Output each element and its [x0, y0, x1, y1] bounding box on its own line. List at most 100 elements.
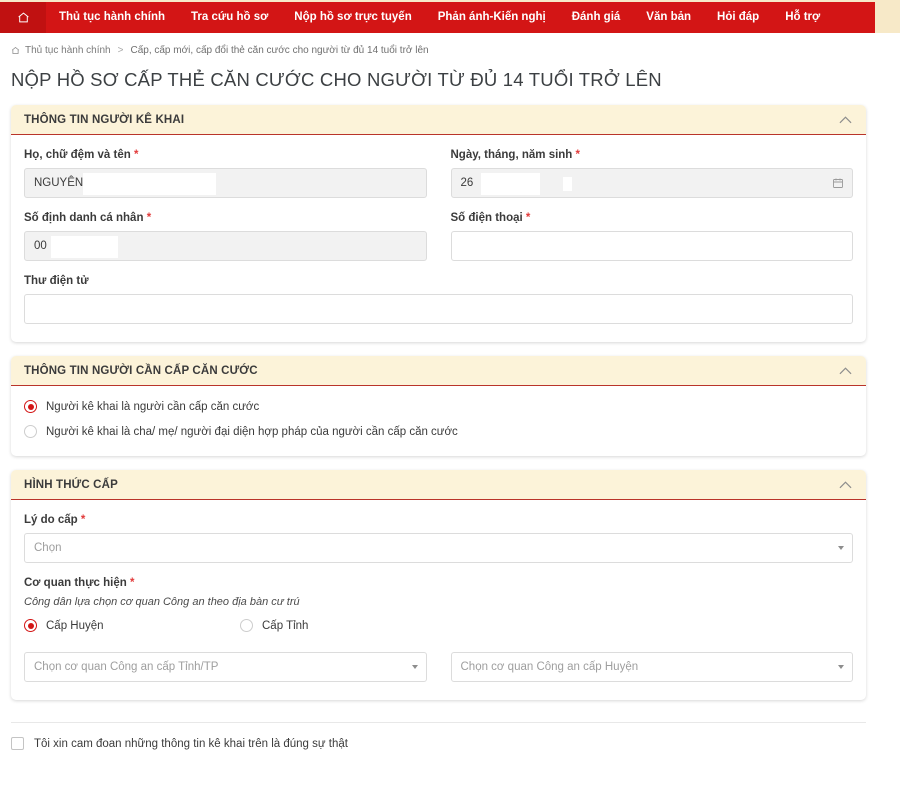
- select-province-agency[interactable]: Chọn cơ quan Công an cấp Tỉnh/TP: [24, 652, 427, 682]
- required-marker: *: [575, 149, 581, 161]
- input-personal-id[interactable]: 00: [24, 231, 427, 261]
- label-reason-text: Lý do cấp: [24, 514, 78, 526]
- form-row-email: Thư điện tử: [24, 275, 853, 324]
- field-full-name: Họ, chữ đệm và tên * NGUYÊN: [24, 149, 427, 198]
- chevron-down-icon: [838, 665, 844, 669]
- form-row-agency: Cơ quan thực hiện * Công dân lựa chọn cơ…: [24, 577, 853, 632]
- top-navigation-bar: Thủ tục hành chính Tra cứu hồ sơ Nộp hồ …: [0, 0, 900, 33]
- nav-item-phan-anh-kien-nghi[interactable]: Phản ánh-Kiến nghị: [425, 2, 559, 33]
- label-personal-id-text: Số định danh cá nhân: [24, 212, 144, 224]
- input-full-name-value: NGUYÊN: [34, 177, 84, 189]
- card-header-subject[interactable]: THÔNG TIN NGƯỜI CẦN CẤP CĂN CƯỚC: [11, 356, 866, 386]
- select-district-agency[interactable]: Chọn cơ quan Công an cấp Huyện: [450, 652, 853, 682]
- nav-item-hoi-dap[interactable]: Hỏi đáp: [704, 2, 772, 33]
- breadcrumb-separator: >: [117, 45, 124, 56]
- nav-home-button[interactable]: [0, 2, 46, 33]
- label-agency-text: Cơ quan thực hiện: [24, 577, 127, 589]
- chevron-down-icon: [838, 546, 844, 550]
- radio-guardian-label: Người kê khai là cha/ mẹ/ người đại diện…: [46, 425, 458, 438]
- card-issue-form: HÌNH THỨC CẤP Lý do cấp * Chọn Cơ quan t…: [11, 470, 866, 700]
- agency-level-radio-group: Cấp Huyện Cấp Tỉnh: [24, 619, 853, 632]
- radio-province-label: Cấp Tỉnh: [262, 619, 309, 632]
- field-dob: Ngày, tháng, năm sinh * 26: [450, 149, 854, 198]
- radio-option-district[interactable]: Cấp Huyện: [24, 619, 240, 632]
- input-dob[interactable]: 26: [450, 168, 853, 198]
- label-email-text: Thư điện tử: [24, 275, 89, 287]
- form-row-name-dob: Họ, chữ đệm và tên * NGUYÊN Ngày, tháng,…: [24, 149, 853, 198]
- card-header-issue[interactable]: HÌNH THỨC CẤP: [11, 470, 866, 500]
- radio-province-indicator[interactable]: [240, 619, 253, 632]
- field-province-agency: Chọn cơ quan Công an cấp Tỉnh/TP: [24, 652, 427, 682]
- redaction-block-personal-id: [51, 236, 118, 258]
- nav-item-tra-cuu-ho-so[interactable]: Tra cứu hồ sơ: [178, 2, 281, 33]
- nav-item-van-ban[interactable]: Văn bản: [633, 2, 704, 33]
- card-body-subject: Người kê khai là người cần cấp căn cước …: [11, 386, 866, 456]
- field-agency: Cơ quan thực hiện * Công dân lựa chọn cơ…: [24, 577, 853, 632]
- card-title-issue: HÌNH THỨC CẤP: [24, 478, 118, 491]
- select-reason[interactable]: Chọn: [24, 533, 853, 563]
- input-personal-id-value: 00: [34, 240, 47, 252]
- chevron-down-icon: [411, 665, 418, 669]
- redaction-block-name: [83, 173, 216, 195]
- form-row-reason: Lý do cấp * Chọn: [24, 514, 853, 563]
- nav-item-danh-gia[interactable]: Đánh giá: [559, 2, 634, 33]
- declaration-checkbox[interactable]: [11, 737, 24, 750]
- required-marker: *: [525, 212, 531, 224]
- card-body-issue: Lý do cấp * Chọn Cơ quan thực hiện * Côn…: [11, 500, 866, 700]
- breadcrumb-current: Cấp, cấp mới, cấp đổi thẻ căn cước cho n…: [130, 45, 429, 56]
- radio-guardian-indicator[interactable]: [24, 425, 37, 438]
- nav-item-ho-tro[interactable]: Hỗ trợ: [772, 2, 833, 33]
- chevron-up-icon[interactable]: [839, 366, 852, 375]
- card-title-declarant: THÔNG TIN NGƯỜI KÊ KHAI: [24, 113, 185, 126]
- select-district-agency-placeholder: Chọn cơ quan Công an cấp Huyện: [460, 661, 639, 673]
- field-personal-id: Số định danh cá nhân * 00: [24, 212, 427, 261]
- label-agency: Cơ quan thực hiện *: [24, 577, 853, 589]
- calendar-icon[interactable]: [832, 177, 844, 189]
- radio-option-self[interactable]: Người kê khai là người cần cấp căn cước: [24, 400, 853, 413]
- nav-bar-inner: Thủ tục hành chính Tra cứu hồ sơ Nộp hồ …: [0, 2, 875, 33]
- form-row-id-phone: Số định danh cá nhân * 00 Số điện thoại …: [24, 212, 853, 261]
- declaration-row: Tôi xin cam đoan những thông tin kê khai…: [11, 722, 866, 750]
- nav-item-nop-ho-so-truc-tuyen[interactable]: Nộp hồ sơ trực tuyến: [281, 2, 424, 33]
- radio-option-guardian[interactable]: Người kê khai là cha/ mẹ/ người đại diện…: [24, 425, 853, 438]
- form-row-agency-selects: Chọn cơ quan Công an cấp Tỉnh/TP Chọn cơ…: [24, 652, 853, 682]
- breadcrumb-root-link[interactable]: Thủ tục hành chính: [25, 45, 111, 56]
- page-title: NỘP HỒ SƠ CẤP THẺ CĂN CƯỚC CHO NGƯỜI TỪ …: [11, 69, 662, 90]
- radio-option-province[interactable]: Cấp Tỉnh: [240, 619, 456, 632]
- label-phone-text: Số điện thoại: [450, 212, 523, 224]
- label-full-name-text: Họ, chữ đệm và tên: [24, 149, 131, 161]
- label-dob: Ngày, tháng, năm sinh *: [451, 149, 854, 161]
- declaration-label: Tôi xin cam đoan những thông tin kê khai…: [34, 737, 348, 750]
- chevron-up-icon[interactable]: [839, 115, 852, 124]
- home-icon: [11, 46, 20, 55]
- input-email[interactable]: [24, 294, 853, 324]
- label-dob-text: Ngày, tháng, năm sinh: [450, 149, 573, 161]
- required-marker: *: [80, 514, 86, 526]
- label-full-name: Họ, chữ đệm và tên *: [24, 149, 427, 161]
- input-phone[interactable]: [450, 231, 853, 261]
- select-province-agency-placeholder: Chọn cơ quan Công an cấp Tỉnh/TP: [34, 661, 219, 673]
- label-phone: Số điện thoại *: [451, 212, 854, 224]
- chevron-up-icon[interactable]: [839, 480, 852, 489]
- input-dob-value: 26: [460, 177, 474, 189]
- field-reason: Lý do cấp * Chọn: [24, 514, 853, 563]
- required-marker: *: [133, 149, 139, 161]
- label-email: Thư điện tử: [24, 275, 853, 287]
- breadcrumb: Thủ tục hành chính > Cấp, cấp mới, cấp đ…: [0, 33, 900, 56]
- card-subject-info: THÔNG TIN NGƯỜI CẦN CẤP CĂN CƯỚC Người k…: [11, 356, 866, 456]
- agency-hint: Công dân lựa chọn cơ quan Công an theo đ…: [24, 596, 300, 608]
- label-reason: Lý do cấp *: [24, 514, 853, 526]
- field-district-agency: Chọn cơ quan Công an cấp Huyện: [450, 652, 853, 682]
- input-full-name[interactable]: NGUYÊN: [24, 168, 427, 198]
- nav-item-thu-tuc-hanh-chinh[interactable]: Thủ tục hành chính: [46, 2, 178, 33]
- label-personal-id: Số định danh cá nhân *: [24, 212, 427, 224]
- card-declarant-info: THÔNG TIN NGƯỜI KÊ KHAI Họ, chữ đệm và t…: [11, 105, 866, 342]
- redaction-block-dob-2: [562, 177, 572, 191]
- field-email: Thư điện tử: [24, 275, 853, 324]
- required-marker: *: [146, 212, 152, 224]
- radio-self-indicator[interactable]: [24, 400, 37, 413]
- radio-district-label: Cấp Huyện: [46, 619, 104, 632]
- card-body-declarant: Họ, chữ đệm và tên * NGUYÊN Ngày, tháng,…: [11, 135, 866, 342]
- card-header-declarant[interactable]: THÔNG TIN NGƯỜI KÊ KHAI: [11, 105, 866, 135]
- radio-district-indicator[interactable]: [24, 619, 37, 632]
